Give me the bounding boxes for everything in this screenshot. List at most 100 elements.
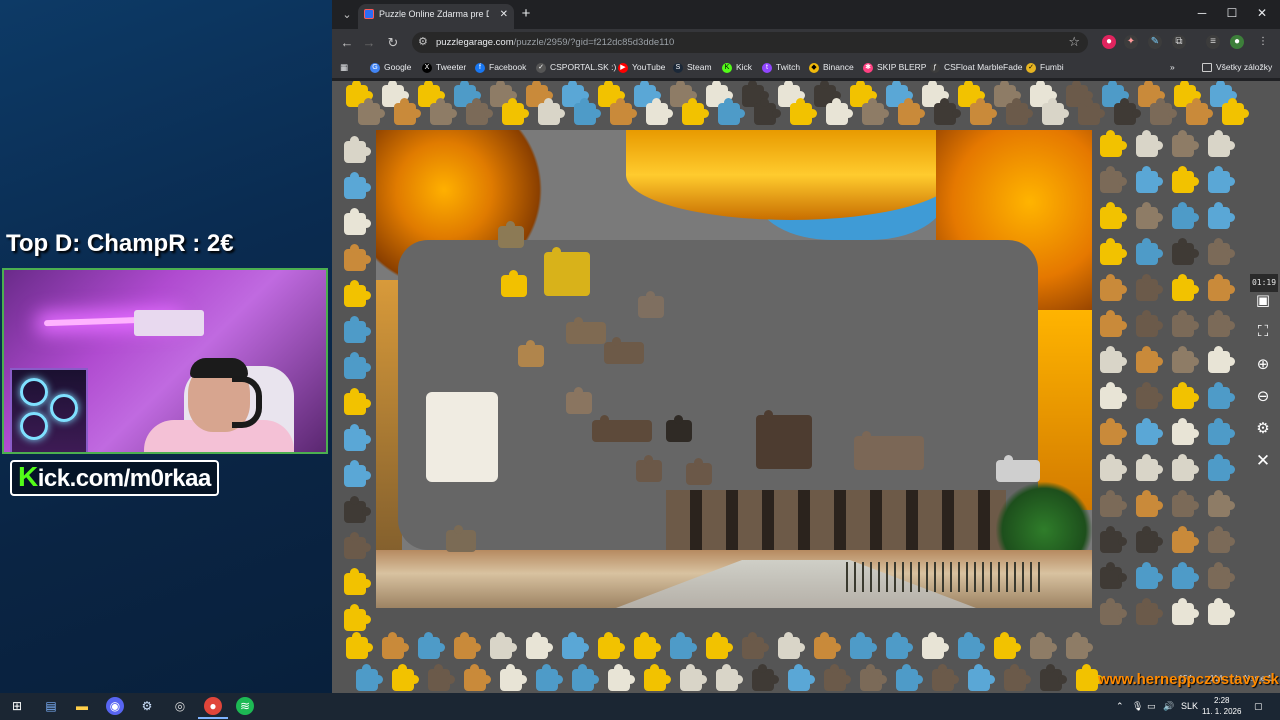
puzzle-piece[interactable] (572, 664, 599, 691)
bookmark-csportal[interactable]: ✓ CSPORTAL.SK :) (536, 56, 616, 78)
puzzle-piece[interactable] (934, 98, 961, 125)
puzzle-piece[interactable] (644, 664, 671, 691)
puzzle-piece[interactable] (996, 455, 1040, 482)
puzzle-piece[interactable] (344, 604, 371, 631)
puzzle-piece[interactable] (1100, 526, 1127, 553)
steam-icon[interactable]: ⚙ (138, 697, 156, 715)
extension-icon[interactable]: ✎ (1148, 35, 1162, 49)
puzzle-piece[interactable] (1100, 598, 1127, 625)
chrome-icon[interactable]: ● (204, 697, 222, 715)
task-view-icon[interactable]: ▤ (42, 697, 60, 715)
puzzle-piece[interactable] (358, 98, 385, 125)
puzzle-piece[interactable] (500, 664, 527, 691)
bookmark-twitch[interactable]: t Twitch (762, 56, 800, 78)
puzzle-piece[interactable] (610, 98, 637, 125)
puzzle-piece[interactable] (344, 388, 371, 415)
puzzle-piece[interactable] (1136, 598, 1163, 625)
puzzle-piece[interactable] (1172, 274, 1199, 301)
tab-puzzle[interactable]: Puzzle Online Zdarma pre Dosp ✕ (358, 4, 514, 29)
puzzle-piece[interactable] (778, 632, 805, 659)
puzzle-piece[interactable] (454, 632, 481, 659)
zoom-in-icon[interactable]: ⊕ (1252, 354, 1274, 376)
obs-icon[interactable]: ◎ (171, 697, 189, 715)
puzzle-piece[interactable] (686, 458, 712, 485)
puzzle-piece[interactable] (1100, 454, 1127, 481)
puzzle-piece[interactable] (1040, 664, 1067, 691)
puzzle-piece[interactable] (680, 664, 707, 691)
puzzle-piece[interactable] (898, 98, 925, 125)
extension-icon[interactable]: ✦ (1124, 35, 1138, 49)
puzzle-piece[interactable] (1172, 598, 1199, 625)
puzzle-piece[interactable] (592, 415, 652, 442)
puzzle-piece[interactable] (1208, 310, 1235, 337)
puzzle-piece[interactable] (344, 532, 371, 559)
puzzle-piece[interactable] (1004, 664, 1031, 691)
all-bookmarks-folder[interactable]: Všetky záložky (1202, 56, 1272, 78)
puzzle-piece[interactable] (344, 352, 371, 379)
puzzle-piece[interactable] (646, 98, 673, 125)
puzzle-piece[interactable] (1208, 598, 1235, 625)
puzzle-piece[interactable] (1172, 490, 1199, 517)
puzzle-piece[interactable] (1100, 382, 1127, 409)
puzzle-piece[interactable] (1172, 454, 1199, 481)
puzzle-piece[interactable] (970, 98, 997, 125)
puzzle-piece[interactable] (566, 387, 592, 414)
puzzle-piece[interactable] (1076, 664, 1103, 691)
puzzle-piece[interactable] (608, 664, 635, 691)
new-tab-icon[interactable]: + (518, 6, 534, 22)
settings-gear-icon[interactable]: ⚙ (1252, 418, 1274, 440)
puzzle-board[interactable] (376, 130, 1092, 608)
puzzle-piece[interactable] (1100, 274, 1127, 301)
notifications-icon[interactable]: ▢ (1254, 693, 1263, 720)
bookmark-kick[interactable]: K Kick (722, 56, 752, 78)
puzzle-piece[interactable] (850, 632, 877, 659)
puzzle-piece[interactable] (1208, 418, 1235, 445)
puzzle-piece[interactable] (636, 455, 662, 482)
puzzle-piece[interactable] (1136, 346, 1163, 373)
address-bar[interactable]: ⚙ puzzlegarage.com/puzzle/2959/?gid=f212… (412, 32, 1088, 53)
puzzle-piece[interactable] (1100, 310, 1127, 337)
puzzle-piece[interactable] (446, 525, 476, 552)
puzzle-piece[interactable] (1208, 490, 1235, 517)
puzzle-piece[interactable] (536, 664, 563, 691)
microphone-icon[interactable]: 🎙 (1132, 693, 1143, 720)
puzzle-piece[interactable] (1172, 418, 1199, 445)
puzzle-piece[interactable] (1172, 382, 1199, 409)
puzzle-piece[interactable] (1136, 454, 1163, 481)
puzzle-piece[interactable] (1172, 526, 1199, 553)
puzzle-piece[interactable] (430, 98, 457, 125)
puzzle-piece[interactable] (518, 340, 544, 367)
puzzle-piece[interactable] (1208, 202, 1235, 229)
profile-avatar[interactable]: ● (1230, 35, 1244, 49)
puzzle-piece[interactable] (896, 664, 923, 691)
puzzle-piece[interactable] (1172, 202, 1199, 229)
network-icon[interactable]: ▭ (1147, 693, 1156, 720)
puzzle-piece[interactable] (742, 632, 769, 659)
zoom-out-icon[interactable]: ⊖ (1252, 386, 1274, 408)
puzzle-piece[interactable] (1100, 202, 1127, 229)
puzzle-piece[interactable] (1136, 418, 1163, 445)
puzzle-piece[interactable] (344, 208, 371, 235)
menu-icon[interactable]: ⋮ (1256, 35, 1270, 49)
puzzle-piece[interactable] (344, 136, 371, 163)
puzzle-piece[interactable] (356, 664, 383, 691)
bookmark-steam[interactable]: S Steam (673, 56, 712, 78)
media-icon[interactable]: ≡ (1206, 35, 1220, 49)
puzzle-piece[interactable] (562, 632, 589, 659)
placed-pieces-cluster[interactable] (426, 392, 498, 482)
puzzle-piece[interactable] (346, 632, 373, 659)
puzzle-piece[interactable] (1136, 382, 1163, 409)
puzzle-piece[interactable] (1100, 238, 1127, 265)
forward-icon[interactable]: → (360, 34, 378, 52)
puzzle-piece[interactable] (1136, 274, 1163, 301)
puzzle-piece[interactable] (566, 317, 606, 344)
puzzle-piece[interactable] (1136, 238, 1163, 265)
puzzle-piece[interactable] (1136, 526, 1163, 553)
bookmark-csfloat[interactable]: ƒ CSFloat MarbleFade (930, 56, 1022, 78)
windows-start-icon[interactable]: ⊞ (8, 697, 26, 715)
puzzle-piece[interactable] (1208, 562, 1235, 589)
language-indicator[interactable]: SLK (1181, 693, 1198, 720)
bookmark-facebook[interactable]: f Facebook (475, 56, 526, 78)
puzzle-piece[interactable] (1136, 310, 1163, 337)
volume-icon[interactable]: 🔊 (1163, 693, 1174, 720)
